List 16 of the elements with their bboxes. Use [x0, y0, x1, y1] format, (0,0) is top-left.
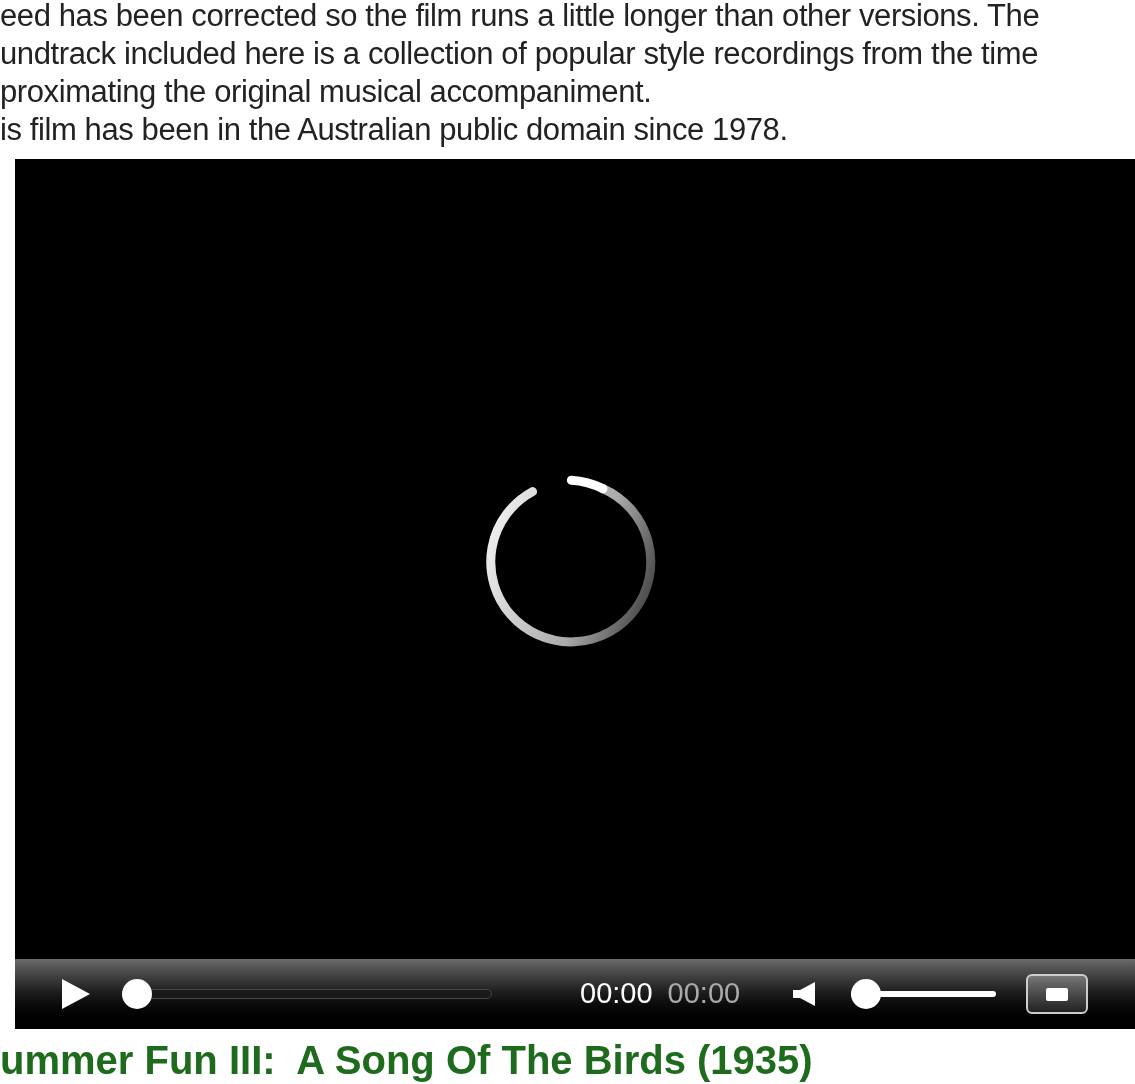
play-icon — [62, 979, 90, 1009]
public-domain-note: is film has been in the Australian public domain since 1978. — [0, 111, 788, 149]
film-title: ummer Fun III: A Song Of The Birds (1935) — [0, 1037, 813, 1083]
description-line: proximating the original musical accompaniment. — [0, 73, 652, 111]
fullscreen-icon — [1046, 987, 1069, 1001]
fullscreen-button[interactable] — [1026, 974, 1089, 1014]
duration: 00:00 — [667, 976, 741, 1012]
current-time: 00:00 — [580, 976, 653, 1012]
play-button[interactable] — [60, 978, 92, 1010]
description-line: eed has been corrected so the film runs a little longer than other versions. The — [0, 0, 1040, 35]
volume-thumb[interactable] — [851, 979, 882, 1009]
speaker-icon — [791, 981, 818, 1007]
volume-slider[interactable] — [851, 979, 997, 1009]
seek-bar[interactable] — [122, 979, 492, 1009]
description-line: undtrack included here is a collection of popular style recordings from the time — [0, 35, 1039, 73]
seek-thumb[interactable] — [122, 979, 152, 1009]
